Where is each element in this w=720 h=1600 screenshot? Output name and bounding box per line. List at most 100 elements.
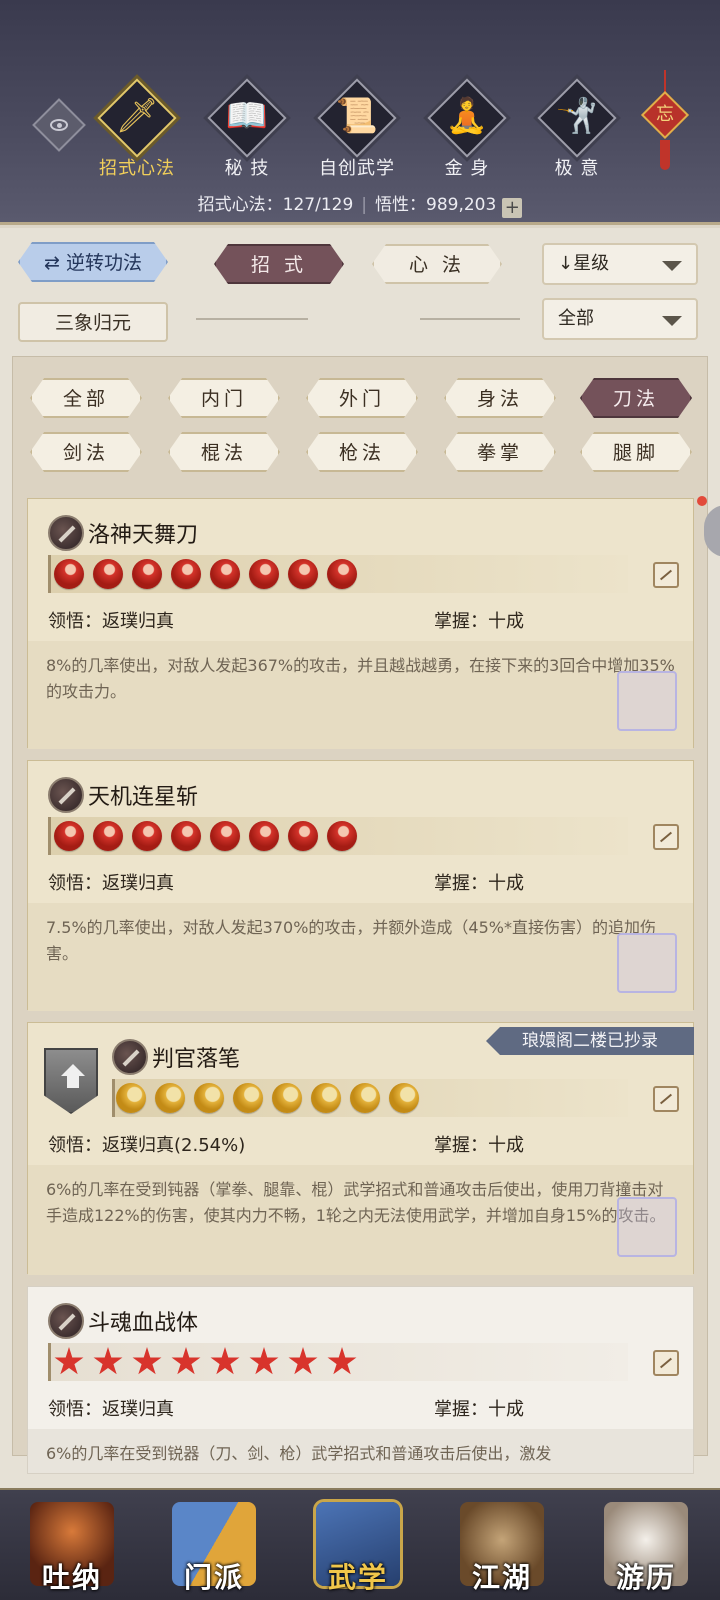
sword-icon: 🗡 xyxy=(115,96,159,136)
skill-description: 6%的几率在受到钝器（掌拳、腿靠、棍）武学招式和普通攻击后使出，使用刀背撞击对手… xyxy=(46,1180,666,1225)
category-inner-sect[interactable]: 内门 xyxy=(168,378,280,418)
divider xyxy=(420,318,520,320)
rating-tokens xyxy=(54,1347,357,1377)
skill-card[interactable]: 判官落笔 领悟：返璞归真(2.54%) 掌握：十成 6%的几率在受到钝器（掌拳、… xyxy=(27,1022,694,1275)
stats-bar: 招式心法：127/129 | 悟性：989,203 + xyxy=(0,190,720,218)
notification-dot xyxy=(697,496,707,506)
skill-card[interactable]: 洛神天舞刀 领悟：返璞归真 掌握：十成 8%的几率使出，对敌人发起367%的攻击… xyxy=(27,498,694,749)
blade-badge-icon[interactable] xyxy=(653,1086,679,1112)
flame-rating-icon xyxy=(327,559,357,589)
seal-stamp-icon xyxy=(617,1197,677,1257)
moon-rating-icon xyxy=(194,1083,224,1113)
star-rating-icon xyxy=(132,1347,162,1375)
tab-label: 秘 技 xyxy=(224,158,270,179)
flame-rating-icon xyxy=(210,821,240,851)
skill-description: 6%的几率在受到锐器（刀、剑、枪）武学招式和普通攻击后使出，激发 xyxy=(46,1444,552,1463)
nav-travel[interactable]: 游历 xyxy=(576,1490,716,1600)
tab-label: 自创武学 xyxy=(319,158,395,179)
comprehension-value: 返璞归真 xyxy=(102,873,174,894)
mastery-value: 十成 xyxy=(488,611,524,632)
mastery-value: 十成 xyxy=(488,1399,524,1420)
nav-martial-arts[interactable]: 武学 xyxy=(288,1490,428,1600)
moon-rating-icon xyxy=(311,1083,341,1113)
comprehension-value: 返璞归真 xyxy=(102,611,174,632)
blade-skill-icon xyxy=(48,777,84,813)
flame-rating-icon xyxy=(93,821,123,851)
charm-button[interactable]: 忘 xyxy=(640,70,690,180)
rating-tokens xyxy=(54,821,357,851)
tab-moves-mind[interactable]: 🗡 招式心法 xyxy=(82,78,192,182)
tab-label: 金 身 xyxy=(444,158,490,179)
category-sword[interactable]: 剑法 xyxy=(30,432,142,472)
flame-rating-icon xyxy=(288,821,318,851)
category-all[interactable]: 全部 xyxy=(30,378,142,418)
flame-rating-icon xyxy=(54,559,84,589)
tab-mind-methods[interactable]: 心 法 xyxy=(372,244,502,284)
skill-description: 7.5%的几率使出，对敌人发起370%的攻击，并额外造成（45%*直接伤害）的追… xyxy=(46,918,656,963)
seal-stamp-icon xyxy=(617,671,677,731)
rating-tokens xyxy=(116,1083,419,1113)
reverse-technique-button[interactable]: ⇄ 逆转功法 xyxy=(18,242,168,282)
category-movement[interactable]: 身法 xyxy=(444,378,556,418)
rating-tokens xyxy=(54,559,357,589)
chevron-down-icon xyxy=(662,261,682,271)
star-rating-icon xyxy=(327,1347,357,1375)
copied-status-banner: 琅嬛阁二楼已抄录 xyxy=(486,1027,694,1055)
blade-badge-icon[interactable] xyxy=(653,1350,679,1376)
scope-dropdown[interactable]: 全部 xyxy=(542,298,698,340)
meditation-icon: 🧘 xyxy=(445,96,489,136)
tab-moves[interactable]: 招 式 xyxy=(214,244,344,284)
blade-badge-icon[interactable] xyxy=(653,562,679,588)
blade-badge-icon[interactable] xyxy=(653,824,679,850)
seal-stamp-icon xyxy=(617,933,677,993)
tab-ultimate[interactable]: 🤺 极 意 xyxy=(522,78,632,182)
martial-stance-icon: 🤺 xyxy=(555,96,599,136)
skill-name: 天机连星斩 xyxy=(88,785,199,810)
skill-card[interactable]: 天机连星斩 领悟：返璞归真 掌握：十成 7.5%的几率使出，对敌人发起370%的… xyxy=(27,760,694,1011)
moon-rating-icon xyxy=(155,1083,185,1113)
moon-rating-icon xyxy=(272,1083,302,1113)
flame-rating-icon xyxy=(249,821,279,851)
nav-breathing[interactable]: 吐纳 xyxy=(2,1490,142,1600)
skill-description-box: 6%的几率在受到钝器（掌拳、腿靠、棍）武学招式和普通攻击后使出，使用刀背撞击对手… xyxy=(28,1165,693,1275)
sanxiang-button[interactable]: 三象归元 xyxy=(18,302,168,342)
sort-dropdown[interactable]: ↓星级 xyxy=(542,243,698,285)
tab-self-created[interactable]: 📜 自创武学 xyxy=(302,78,412,182)
category-fist-palm[interactable]: 拳掌 xyxy=(444,432,556,472)
divider: | xyxy=(361,195,368,215)
nav-jianghu[interactable]: 江湖 xyxy=(432,1490,572,1600)
flame-rating-icon xyxy=(54,821,84,851)
flame-rating-icon xyxy=(288,559,318,589)
flame-rating-icon xyxy=(132,559,162,589)
mastery-value: 十成 xyxy=(488,873,524,894)
divider xyxy=(196,318,308,320)
category-blade[interactable]: 刀法 xyxy=(580,378,692,418)
category-leg-kick[interactable]: 腿脚 xyxy=(580,432,692,472)
category-spear[interactable]: 枪法 xyxy=(306,432,418,472)
visibility-toggle-button[interactable] xyxy=(32,98,86,152)
tab-label: 极 意 xyxy=(554,158,600,179)
flame-rating-icon xyxy=(132,821,162,851)
tab-golden-body[interactable]: 🧘 金 身 xyxy=(412,78,522,182)
comprehension-value: 返璞归真 xyxy=(102,1399,174,1420)
skill-description-box: 6%的几率在受到锐器（刀、剑、枪）武学招式和普通攻击后使出，激发 xyxy=(28,1429,693,1473)
skill-card[interactable]: 斗魂血战体 领悟：返璞归真 掌握：十成 6%的几率在受到锐器（刀、剑、枪）武学招… xyxy=(27,1286,694,1474)
top-header: 🗡 招式心法 📖 秘 技 📜 自创武学 🧘 金 身 🤺 极 意 忘 招式心法：1… xyxy=(0,0,720,225)
moon-rating-icon xyxy=(116,1083,146,1113)
star-rating-icon xyxy=(54,1347,84,1375)
nav-sect[interactable]: 门派 xyxy=(144,1490,284,1600)
blade-skill-icon xyxy=(112,1039,148,1075)
category-outer-sect[interactable]: 外门 xyxy=(306,378,418,418)
tab-secret-skills[interactable]: 📖 秘 技 xyxy=(192,78,302,182)
add-insight-button[interactable]: + xyxy=(502,198,523,218)
moon-rating-icon xyxy=(233,1083,263,1113)
star-rating-icon xyxy=(93,1347,123,1375)
bottom-navigation: 吐纳 门派 武学 江湖 游历 xyxy=(0,1488,720,1600)
skill-description-box: 8%的几率使出，对敌人发起367%的攻击，并且越战越勇，在接下来的3回合中增加3… xyxy=(28,641,693,749)
flame-rating-icon xyxy=(93,559,123,589)
comprehension-value: 返璞归真(2.54%) xyxy=(102,1135,246,1156)
skills-count: 127/129 xyxy=(282,195,354,215)
chevron-down-icon xyxy=(662,316,682,326)
category-staff[interactable]: 棍法 xyxy=(168,432,280,472)
skill-description: 8%的几率使出，对敌人发起367%的攻击，并且越战越勇，在接下来的3回合中增加3… xyxy=(46,656,675,701)
